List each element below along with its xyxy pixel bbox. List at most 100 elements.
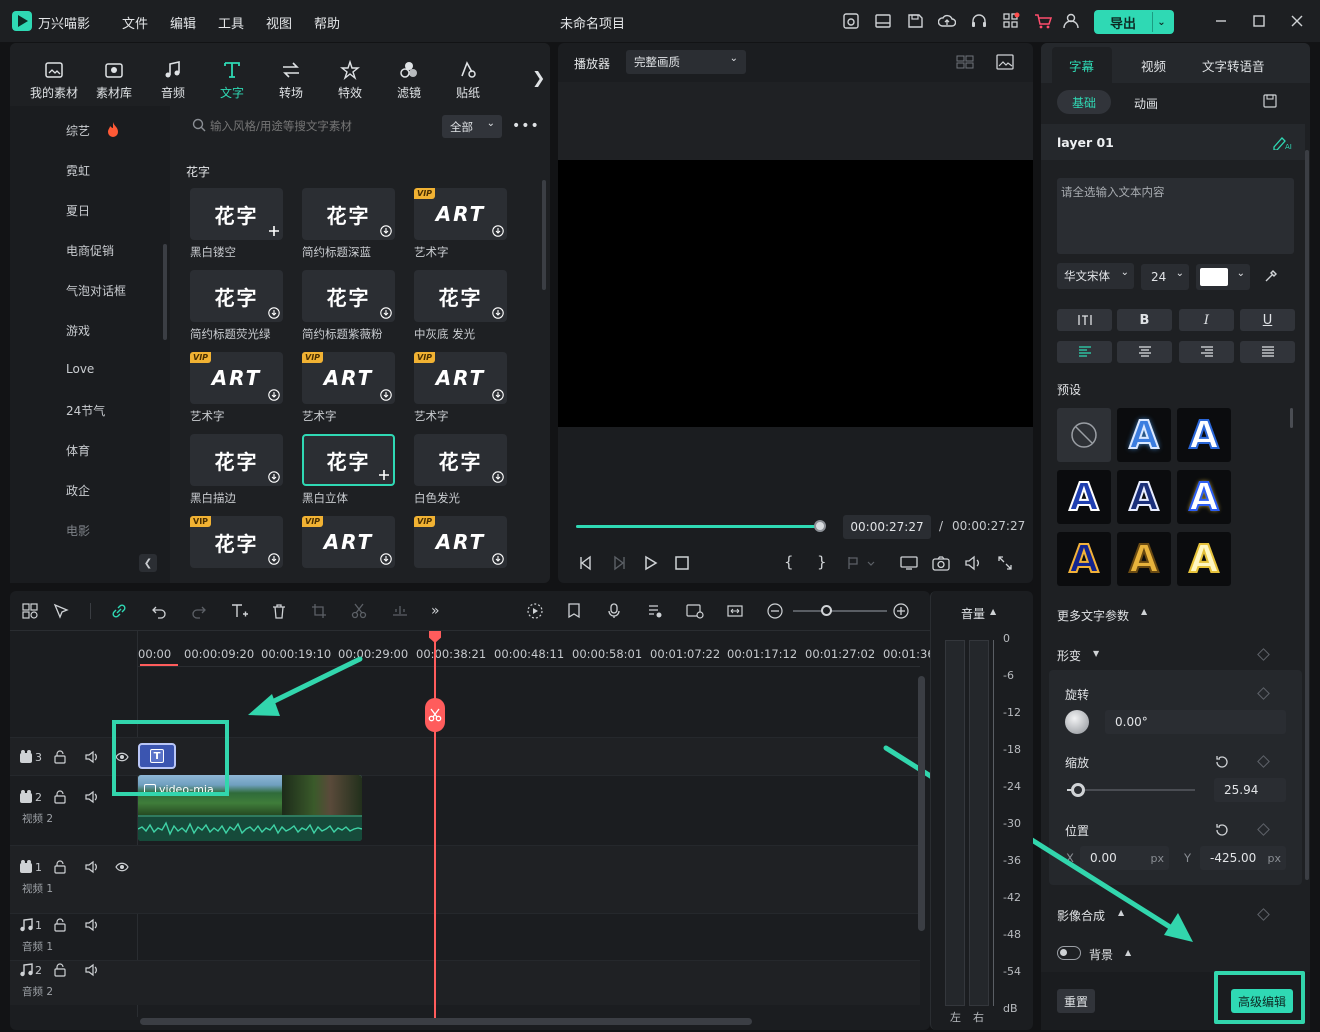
zoom-slider-track[interactable] [793,610,887,612]
speaker-icon[interactable] [85,860,99,874]
zoom-out-icon[interactable] [767,603,783,619]
category-item[interactable]: 电影 [66,522,90,539]
download-icon[interactable] [492,225,504,237]
reset-position-icon[interactable] [1214,822,1229,837]
align-right-button[interactable] [1179,341,1234,363]
speaker-icon[interactable] [85,790,99,804]
speaker-icon[interactable] [85,963,99,977]
template-card[interactable]: ART VIP [302,516,395,568]
category-item[interactable]: 综艺 [66,122,90,139]
reset-button[interactable]: 重置 [1057,989,1095,1013]
next-frame-icon[interactable] [611,555,627,571]
video-canvas[interactable] [558,160,1033,427]
audio-stretch-icon[interactable] [391,603,409,619]
position-x-input[interactable]: 0.00 px [1080,846,1169,870]
speaker-icon[interactable] [85,750,99,764]
preset-style[interactable]: A [1177,532,1231,586]
collapse-up-icon[interactable]: ▲ [1125,948,1131,957]
ai-write-icon[interactable]: AI [1272,134,1292,150]
collapse-up-icon[interactable]: ▲ [1141,607,1147,616]
tab-video[interactable]: 视频 [1141,56,1166,75]
italic-button[interactable]: I [1179,309,1234,331]
category-item[interactable]: 游戏 [66,322,90,339]
microphone-icon[interactable] [607,603,621,619]
playback-progress-track[interactable] [576,525,820,528]
template-card[interactable]: 花字 [414,270,507,322]
lock-icon[interactable] [54,918,66,932]
template-card[interactable]: ART VIP [414,516,507,568]
export-dropdown-icon[interactable]: ⌄ [1152,12,1170,32]
align-left-button[interactable] [1057,341,1112,363]
play-icon[interactable] [643,555,659,571]
user-icon[interactable] [1062,12,1080,30]
zoom-in-icon[interactable] [893,603,909,619]
link-icon[interactable] [111,603,127,619]
download-icon[interactable] [380,553,392,565]
preset-style[interactable]: A [1117,470,1171,524]
timeline-vscrollbar[interactable] [918,676,925,931]
category-item[interactable]: 24节气 [66,402,105,419]
eyedropper-icon[interactable] [1264,269,1278,283]
template-card[interactable]: ART VIP [190,352,283,404]
tab-my-media[interactable]: 我的素材 [26,60,82,101]
category-item[interactable]: 政企 [66,482,90,499]
scale-slider-track[interactable] [1067,789,1195,791]
render-icon[interactable] [527,603,543,619]
current-time-field[interactable]: 00:00:27:27 [843,515,931,539]
download-icon[interactable] [492,471,504,483]
select-tool-icon[interactable] [53,603,69,619]
preset-style[interactable]: A [1117,408,1171,462]
presets-scrollbar[interactable] [1290,408,1293,428]
fullscreen-icon[interactable] [998,556,1012,570]
compositing-label[interactable]: 影像合成 [1057,907,1105,924]
camera-icon[interactable] [932,555,950,571]
undo-icon[interactable] [151,603,167,619]
expand-down-icon[interactable]: ▼ [1093,649,1099,658]
category-item[interactable]: 电商促销 [66,242,114,259]
template-card[interactable]: 花字 VIP [190,516,283,568]
lock-icon[interactable] [54,750,66,764]
category-item[interactable]: 霓虹 [66,162,90,179]
sidebar-scrollbar[interactable] [163,244,167,340]
template-card[interactable]: 花字 [302,188,395,240]
category-item[interactable]: 气泡对话框 [66,282,126,299]
text-content-input[interactable]: 请全选输入文本内容 [1057,178,1294,254]
cloud-upload-icon[interactable] [938,12,956,30]
export-button[interactable]: 导出 ⌄ [1094,10,1174,34]
advanced-edit-button[interactable]: 高级编辑 [1231,989,1293,1013]
add-icon[interactable] [378,469,390,481]
crop-icon[interactable] [311,603,327,619]
toolbar-next-icon[interactable]: ❯ [532,68,545,87]
preset-none[interactable] [1057,408,1111,462]
tab-subtitle[interactable]: 字幕 [1069,56,1094,75]
search-input[interactable] [210,115,430,137]
more-tools-icon[interactable]: » [431,603,440,619]
category-item[interactable]: Love [66,362,94,376]
category-item[interactable]: 体育 [66,442,90,459]
timeline-hscrollbar[interactable] [140,1018,752,1025]
font-family-select[interactable]: 华文宋体 ⌄ [1057,263,1134,289]
template-card[interactable]: ART VIP [302,352,395,404]
tab-transition[interactable]: 转场 [263,60,319,101]
position-y-input[interactable]: -425.00 px [1200,846,1286,870]
zoom-slider-handle[interactable] [821,605,832,616]
playhead-split-button[interactable] [425,698,445,732]
menu-help[interactable]: 帮助 [314,13,340,32]
auto-caption-icon[interactable] [686,603,704,619]
redo-icon[interactable] [191,603,207,619]
template-scrollbar[interactable] [542,180,546,290]
add-text-icon[interactable] [231,603,249,619]
lock-icon[interactable] [54,963,66,977]
render-preview-icon[interactable] [900,555,918,571]
rotate-input[interactable]: 0.00° [1105,710,1286,734]
layout-grid-icon[interactable] [22,603,38,619]
tab-audio[interactable]: 音频 [145,60,201,101]
reset-scale-icon[interactable] [1214,754,1229,769]
properties-scrollbar[interactable] [1305,150,1309,880]
mark-in-icon[interactable]: { [784,553,794,571]
collapse-up-icon[interactable]: ▲ [990,607,996,616]
stop-icon[interactable] [675,556,689,570]
tab-stickers[interactable]: 贴纸 [440,60,496,101]
preset-style[interactable]: A [1177,408,1231,462]
snapshot-image-icon[interactable] [996,54,1014,70]
